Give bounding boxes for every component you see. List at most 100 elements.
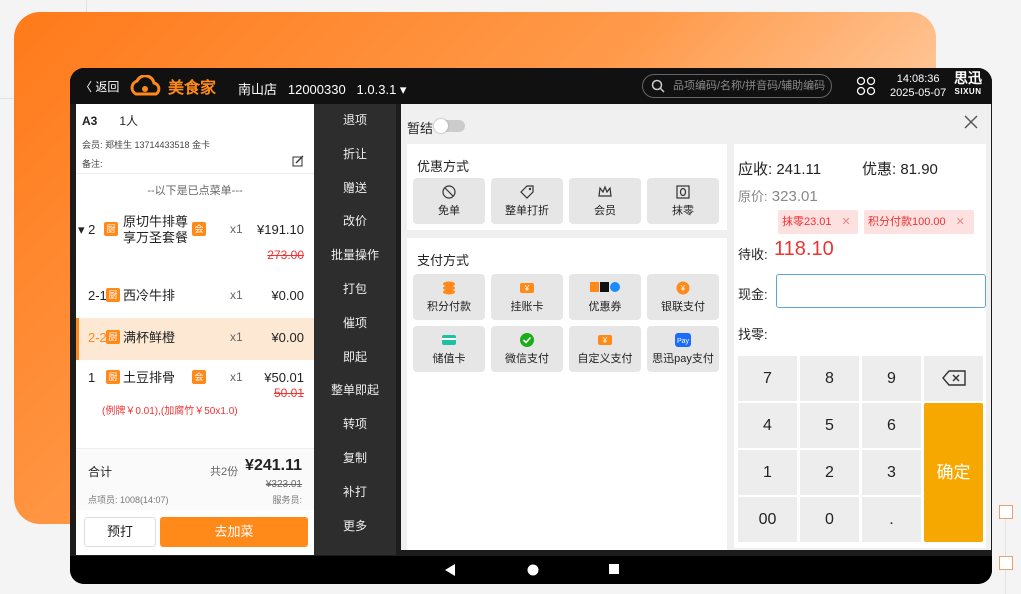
key-00[interactable]: 00	[738, 497, 797, 542]
corner-marker	[999, 505, 1013, 519]
hold-toggle[interactable]	[434, 119, 465, 133]
tile-label: 会员	[594, 205, 616, 217]
cash-label: 现金:	[738, 287, 768, 302]
op-refund[interactable]: 退项	[314, 104, 396, 138]
vendor-name-en: SIXUN	[954, 87, 982, 96]
op-more[interactable]: 更多	[314, 510, 396, 544]
tile-label: 思迅pay支付	[652, 353, 714, 365]
key-8[interactable]: 8	[800, 356, 859, 401]
tile-label: 自定义支付	[577, 353, 633, 365]
nav-recents-icon[interactable]	[608, 563, 620, 575]
op-batch[interactable]: 批量操作	[314, 239, 396, 273]
points-chip[interactable]: 积分付款100.00 ✕	[864, 210, 974, 234]
key-6[interactable]: 6	[862, 403, 921, 448]
settlement-area: 应收: 241.11 优惠: 81.90 原价: 323.01 抹零23.01 ✕…	[734, 144, 986, 548]
store-info[interactable]: 南山店 12000330 1.0.3.1 ▾	[238, 79, 406, 98]
key-9[interactable]: 9	[862, 356, 921, 401]
round-off-button[interactable]: 抹零	[647, 178, 719, 224]
item-price: ¥50.01	[264, 370, 304, 385]
key-4[interactable]: 4	[738, 403, 797, 448]
order-item[interactable]: 2-1 厨 西冷牛排 x1 ¥0.00	[76, 276, 314, 318]
clock: 14:08:36 2025-05-07	[890, 72, 946, 100]
unionpay-button[interactable]: ¥ 银联支付	[647, 274, 719, 320]
order-header: A3 1人 会员: 郑桂生 13714433518 金卡 备注:	[76, 104, 314, 174]
due-label: 待收:	[738, 247, 768, 262]
crown-icon	[598, 185, 612, 197]
key-7[interactable]: 7	[738, 356, 797, 401]
tag-icon	[520, 185, 534, 199]
op-gift[interactable]: 赠送	[314, 172, 396, 206]
receivable-value: 241.11	[776, 161, 822, 178]
roundoff-chip[interactable]: 抹零23.01 ✕	[778, 210, 858, 234]
waiter-info: 点项员: 1008(14:07)	[88, 495, 169, 505]
credit-card-button[interactable]: ¥ 挂账卡	[491, 274, 563, 320]
wechat-pay-button[interactable]: 微信支付	[491, 326, 563, 372]
op-discount[interactable]: 折让	[314, 138, 396, 172]
order-panel: A3 1人 会员: 郑桂生 13714433518 金卡 备注: --以下是已点菜…	[76, 104, 314, 555]
remove-icon[interactable]: ✕	[842, 216, 851, 228]
svg-text:Pay: Pay	[677, 338, 690, 345]
add-dish-button[interactable]: 去加菜	[160, 517, 308, 547]
cloud-logo-icon	[130, 75, 161, 96]
member-info: 会员: 郑桂生 13714433518 金卡	[82, 140, 211, 150]
grid-menu-icon[interactable]	[856, 76, 876, 96]
op-pack[interactable]: 打包	[314, 273, 396, 307]
key-3[interactable]: 3	[862, 450, 921, 495]
op-reprint[interactable]: 补打	[314, 476, 396, 510]
op-transfer[interactable]: 转项	[314, 408, 396, 442]
key-dot[interactable]: .	[862, 497, 921, 542]
svg-text:¥: ¥	[680, 284, 686, 293]
edit-icon[interactable]	[292, 155, 304, 167]
cash-input[interactable]	[776, 274, 986, 308]
points-pay-button[interactable]: 积分付款	[413, 274, 485, 320]
logo-text: 美食家	[168, 80, 217, 97]
whole-discount-button[interactable]: 整单打折	[491, 178, 563, 224]
member-button[interactable]: 会员	[569, 178, 641, 224]
confirm-button[interactable]: 确定	[924, 403, 983, 542]
preprint-button[interactable]: 预打	[84, 517, 156, 547]
pay-icon: Pay	[675, 333, 691, 347]
tile-label: 抹零	[672, 205, 694, 217]
member-tag: 会	[192, 222, 206, 236]
receivable-label: 应收:	[738, 161, 773, 178]
op-copy[interactable]: 复制	[314, 442, 396, 476]
key-2[interactable]: 2	[800, 450, 859, 495]
op-rush[interactable]: 催项	[314, 307, 396, 341]
item-index: 2-1	[88, 288, 107, 303]
order-item-selected[interactable]: 2-2 厨 满杯鲜橙 x1 ¥0.00	[76, 318, 314, 360]
svg-text:¥: ¥	[602, 336, 608, 345]
op-change-price[interactable]: 改价	[314, 205, 396, 239]
remove-icon[interactable]: ✕	[956, 216, 965, 228]
free-order-button[interactable]: 免单	[413, 178, 485, 224]
item-qty: x1	[230, 222, 243, 236]
store-code: 12000330	[287, 82, 346, 97]
search-input[interactable]: 品项编码/名称/拼音码/辅助编码	[642, 74, 832, 98]
op-start-all[interactable]: 整单即起	[314, 374, 396, 408]
item-name: 满杯鲜橙	[123, 330, 176, 345]
order-item[interactable]: 1 厨 土豆排骨 会 x1 ¥50.01 50.01 (例牌￥0.01),(加腐…	[76, 360, 314, 422]
total-amount: ¥241.11	[245, 457, 302, 474]
ordered-divider: --以下是已点菜单---	[147, 185, 243, 197]
nav-back-icon[interactable]	[444, 563, 456, 577]
nav-home-icon[interactable]	[526, 563, 540, 577]
free-icon	[442, 185, 456, 199]
unionpay-icon: ¥	[676, 281, 690, 295]
op-start[interactable]: 即起	[314, 341, 396, 375]
sixun-pay-button[interactable]: Pay 思迅pay支付	[647, 326, 719, 372]
top-bar: 〈 返回 美食家 南山店 12000330 1.0.3.1 ▾ 品项编码/名称/…	[70, 68, 992, 104]
backspace-key[interactable]	[924, 356, 983, 401]
tile-label: 积分付款	[427, 301, 471, 313]
payment-title: 支付方式	[417, 253, 470, 268]
close-icon[interactable]	[963, 114, 979, 130]
item-index: ▾ 2	[78, 222, 96, 237]
coupon-button[interactable]: 优惠券	[569, 274, 641, 320]
back-button[interactable]: 〈 返回	[80, 78, 119, 95]
member-tag: 会	[192, 370, 206, 384]
stored-value-button[interactable]: 储值卡	[413, 326, 485, 372]
key-1[interactable]: 1	[738, 450, 797, 495]
order-item[interactable]: ▾ 2 厨 原切牛排尊享万圣套餐 会 x1 ¥191.10 273.00	[76, 208, 314, 264]
key-0[interactable]: 0	[800, 497, 859, 542]
key-5[interactable]: 5	[800, 403, 859, 448]
orig-value: 323.01	[771, 188, 818, 205]
custom-pay-button[interactable]: ¥ 自定义支付	[569, 326, 641, 372]
